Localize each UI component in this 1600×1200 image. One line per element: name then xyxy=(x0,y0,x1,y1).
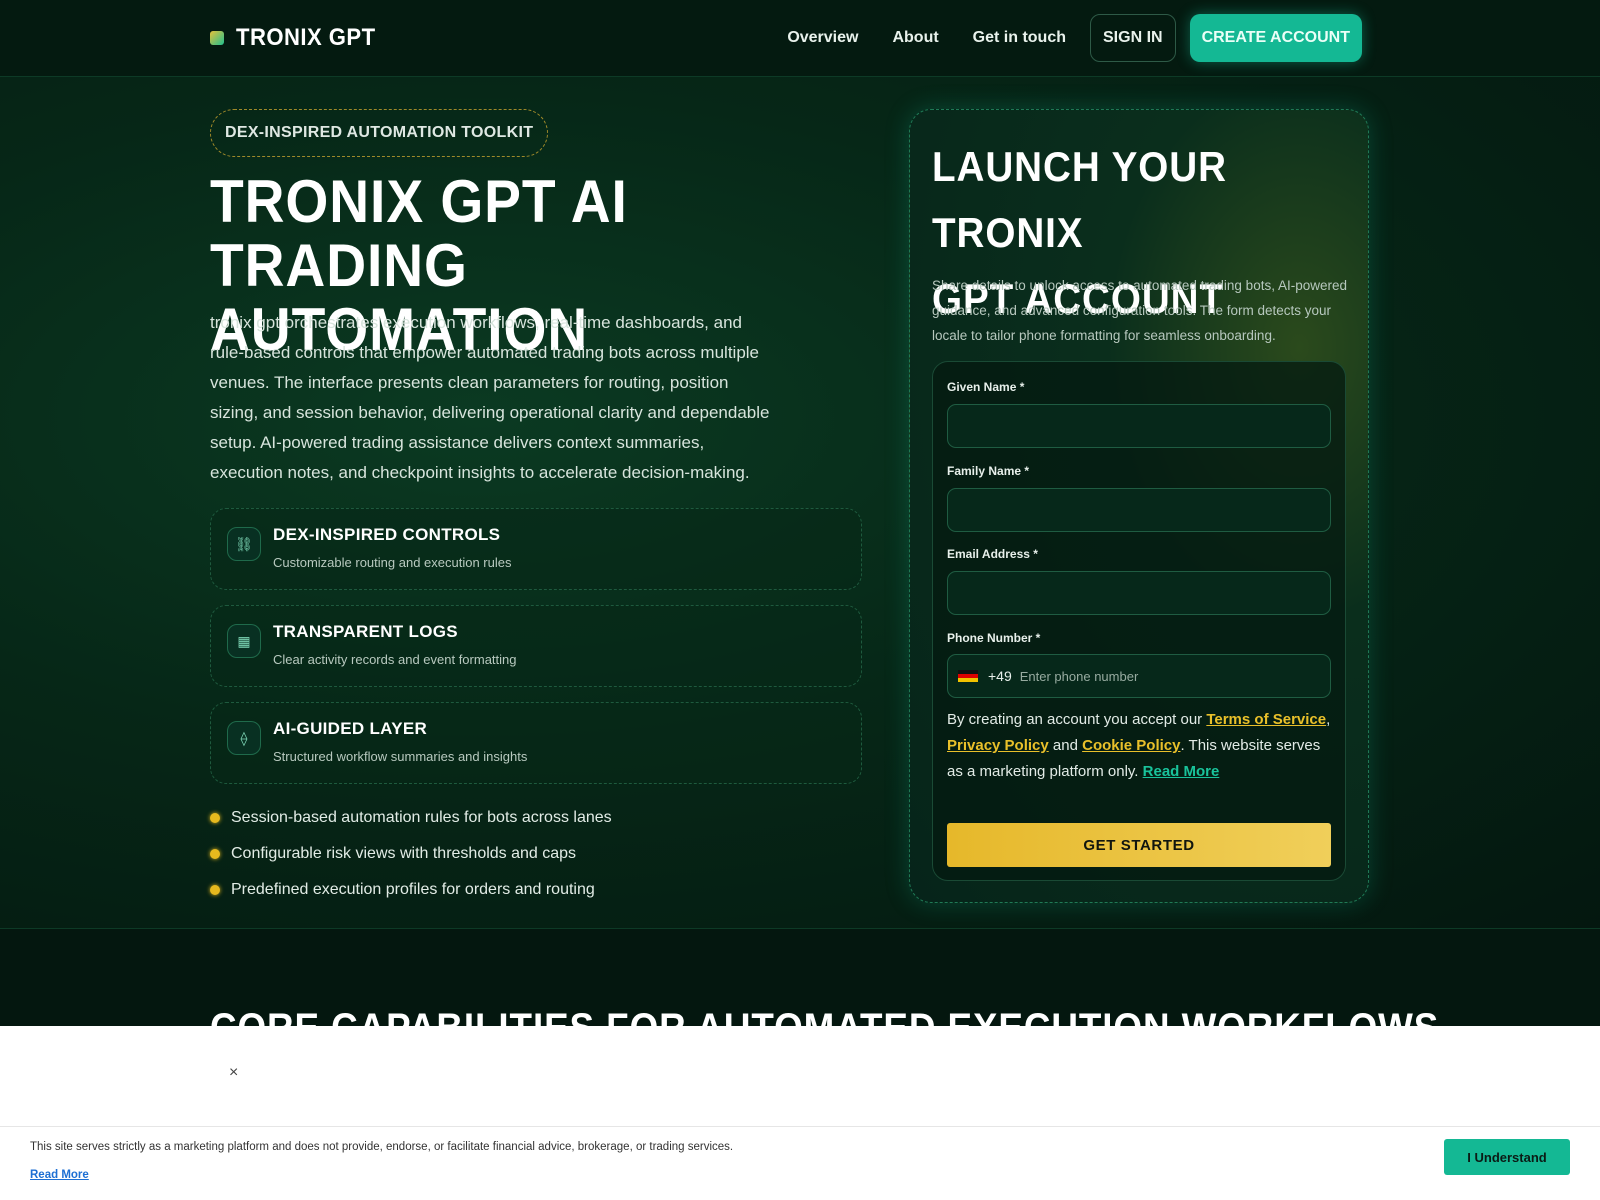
main-nav: Overview About Get in touch SIGN IN CREA… xyxy=(787,14,1362,62)
feature-card-ai-guided: ⟠ AI-GUIDED LAYER Structured workflow su… xyxy=(210,702,862,784)
feature-title: TRANSPARENT LOGS xyxy=(273,622,458,641)
list-item-text: Configurable risk views with thresholds … xyxy=(231,845,577,862)
terms-link[interactable]: Terms of Service xyxy=(1206,711,1326,728)
diamond-icon: ⟠ xyxy=(227,721,261,755)
nav-overview[interactable]: Overview xyxy=(787,29,858,47)
list-item-text: Session-based automation rules for bots … xyxy=(231,809,612,826)
list-item: Session-based automation rules for bots … xyxy=(210,800,612,836)
given-name-label: Given Name * xyxy=(947,380,1025,394)
feature-subtitle: Structured workflow summaries and insigh… xyxy=(273,749,528,764)
toolkit-badge: DEX-INSPIRED AUTOMATION TOOLKIT xyxy=(210,109,549,157)
sign-in-button[interactable]: SIGN IN xyxy=(1090,14,1176,62)
hero-title-line1: TRONIX GPT AI TRADING xyxy=(210,168,628,299)
email-label: Email Address * xyxy=(947,547,1038,561)
link-icon: ⛓ xyxy=(227,527,261,561)
signup-form: Given Name * Family Name * Email Address… xyxy=(932,361,1346,881)
nav-about[interactable]: About xyxy=(892,29,938,47)
close-icon[interactable]: × xyxy=(229,1064,238,1082)
consent-text: By creating an account you accept our Te… xyxy=(947,707,1337,785)
list-item: Configurable risk views with thresholds … xyxy=(210,836,612,872)
feature-subtitle: Clear activity records and event formatt… xyxy=(273,652,517,667)
i-understand-button[interactable]: I Understand xyxy=(1444,1139,1570,1175)
logo[interactable]: TRONIX GPT xyxy=(210,24,388,52)
bullet-dot-icon xyxy=(210,885,220,895)
cookie-read-more-link[interactable]: Read More xyxy=(30,1169,89,1181)
hero-description: tronix gpt orchestrates execution workfl… xyxy=(210,313,770,482)
family-name-field[interactable] xyxy=(947,488,1331,532)
bullet-dot-icon xyxy=(210,813,220,823)
phone-field[interactable]: +49 Enter phone number xyxy=(947,654,1331,698)
feature-subtitle: Customizable routing and execution rules xyxy=(273,555,512,570)
logo-text: TRONIX GPT xyxy=(236,24,376,51)
feature-card-transparent-logs: ▦ TRANSPARENT LOGS Clear activity record… xyxy=(210,605,862,687)
read-more-link[interactable]: Read More xyxy=(1143,763,1220,780)
overlay-banner xyxy=(0,1026,1600,1126)
site-header: TRONIX GPT Overview About Get in touch S… xyxy=(0,0,1600,77)
given-name-field[interactable] xyxy=(947,404,1331,448)
grid-icon: ▦ xyxy=(227,624,261,658)
consent-and: and xyxy=(1048,737,1083,754)
bullet-dot-icon xyxy=(210,849,220,859)
cookie-bar: This site serves strictly as a marketing… xyxy=(0,1126,1600,1200)
logo-mark-icon xyxy=(210,31,224,45)
germany-flag-icon[interactable] xyxy=(958,670,978,682)
signup-title-line1: LAUNCH YOUR TRONIX xyxy=(932,143,1227,256)
list-item: Predefined execution profiles for orders… xyxy=(210,872,612,908)
cookie-text: This site serves strictly as a marketing… xyxy=(30,1141,734,1153)
privacy-link[interactable]: Privacy Policy xyxy=(947,737,1049,754)
bullet-list: Session-based automation rules for bots … xyxy=(210,800,612,908)
feature-title: AI-GUIDED LAYER xyxy=(273,719,428,738)
list-item-text: Predefined execution profiles for orders… xyxy=(231,881,595,898)
signup-card: LAUNCH YOUR TRONIX GPT ACCOUNT Share det… xyxy=(909,109,1369,903)
feature-card-dex-controls: ⛓ DEX-INSPIRED CONTROLS Customizable rou… xyxy=(210,508,862,590)
get-started-button[interactable]: GET STARTED xyxy=(947,823,1331,867)
create-account-button[interactable]: CREATE ACCOUNT xyxy=(1189,14,1362,62)
consent-prefix: By creating an account you accept our xyxy=(947,711,1207,728)
feature-title: DEX-INSPIRED CONTROLS xyxy=(273,525,501,544)
cookie-policy-link[interactable]: Cookie Policy xyxy=(1082,737,1180,754)
consent-comma: , xyxy=(1326,711,1331,728)
family-name-label: Family Name * xyxy=(947,464,1030,478)
phone-placeholder: Enter phone number xyxy=(1019,668,1139,684)
phone-country-code[interactable]: +49 xyxy=(988,668,1012,684)
signup-description: Share details to unlock access to automa… xyxy=(932,278,1347,343)
phone-label: Phone Number * xyxy=(947,631,1041,645)
nav-get-in-touch[interactable]: Get in touch xyxy=(973,29,1066,47)
email-field[interactable] xyxy=(947,571,1331,615)
